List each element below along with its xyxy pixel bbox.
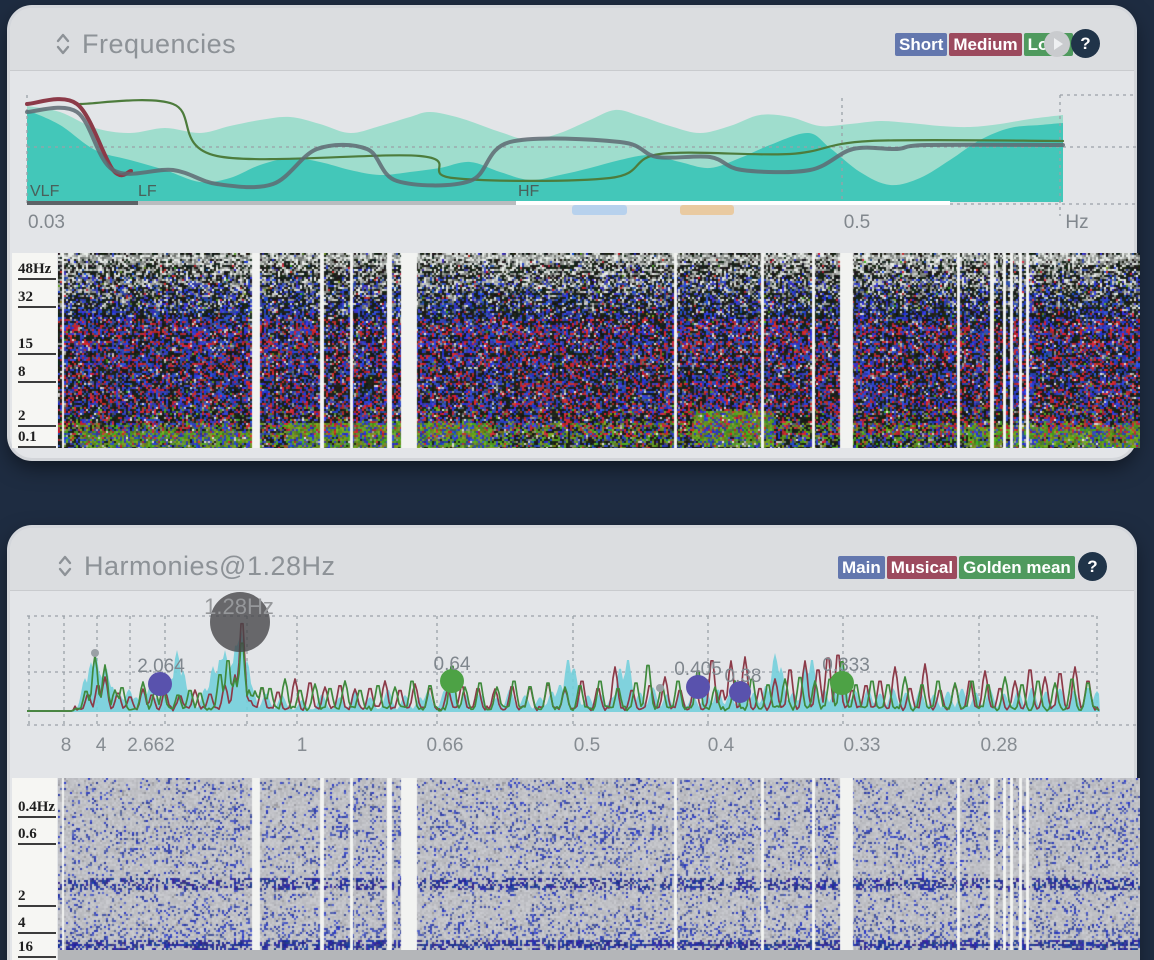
peak-marker-label: 1.28Hz: [204, 594, 274, 619]
peak-marker-label: 0.64: [434, 654, 471, 675]
legend-badge-musical[interactable]: Musical: [887, 556, 957, 579]
band-range-bar[interactable]: [516, 201, 950, 205]
spectrogram-axis-label: 15: [18, 336, 56, 355]
peak-marker-label: 0.405: [674, 659, 722, 680]
spectrogram-axis-label: 16: [18, 939, 56, 958]
harmonics-spectrogram[interactable]: [58, 778, 1140, 950]
harmonies-spectrogram-axis: 0.4Hz 0.6 2 4 16: [12, 778, 57, 960]
x-axis-label: 0.28: [981, 735, 1018, 756]
collapse-icon[interactable]: [56, 553, 74, 579]
legend-badge-golden-mean[interactable]: Golden mean: [959, 556, 1075, 579]
spectrogram-axis-label: 48Hz: [18, 261, 56, 280]
legend-toggle-button[interactable]: [1044, 31, 1070, 57]
x-axis-label: 4: [96, 735, 107, 756]
spectrogram-footer-strip: [58, 950, 1140, 960]
peak-marker-dot[interactable]: [91, 649, 99, 657]
series-spectrum: [27, 628, 1100, 712]
peak-marker-label: 0.333: [822, 655, 870, 676]
spectrogram-axis-label: 0.1: [18, 429, 56, 448]
x-axis-label: 0.66: [427, 735, 464, 756]
app-background: Frequencies ShortMediumLong ? VLFLFHF0.0…: [0, 0, 1154, 960]
x-axis-label: 0.5: [844, 212, 870, 233]
page-title-harmonies: Harmonies@1.28Hz: [84, 551, 336, 582]
spectrogram-axis-label: 32: [18, 289, 56, 308]
spectrogram-axis-label: 4: [18, 915, 56, 934]
spectrogram-axis-label: 0.6: [18, 826, 56, 845]
x-axis-label: 0.03: [28, 212, 65, 233]
spectrogram-axis-label: 2: [18, 888, 56, 907]
peak-marker-dot[interactable]: [656, 684, 664, 692]
legend-badge-medium[interactable]: Medium: [949, 33, 1021, 56]
collapse-icon[interactable]: [54, 31, 72, 57]
harmonies-chart[interactable]: 1.28Hz 2.064 0.64 0.4050.38 0.333 8 4 2.662 1 0.6…: [12, 592, 1144, 770]
frequency-spectrogram[interactable]: [58, 253, 1140, 448]
spectrogram-axis-label: 2: [18, 408, 56, 427]
help-button-frequencies[interactable]: ?: [1071, 29, 1100, 58]
band-label-hf: HF: [518, 183, 540, 200]
page-title-frequencies: Frequencies: [82, 29, 236, 60]
spectrogram-axis-label: 8: [18, 364, 56, 383]
harmonies-legend: MainMusicalGolden mean: [838, 556, 1075, 579]
spectrogram-axis-label: 0.4Hz: [18, 799, 56, 818]
event-marker-pill[interactable]: [680, 205, 734, 215]
legend-badge-main[interactable]: Main: [838, 556, 885, 579]
peak-marker-label: 0.38: [725, 666, 762, 687]
band-label-lf: LF: [138, 183, 157, 200]
band-range-bar[interactable]: [27, 201, 138, 205]
event-marker-pill[interactable]: [572, 205, 627, 215]
play-icon: [1054, 38, 1063, 50]
x-axis-label: 1: [297, 735, 308, 756]
help-button-harmonies[interactable]: ?: [1078, 552, 1107, 581]
peak-marker-label: 2.064: [137, 656, 185, 677]
band-range-bar[interactable]: [138, 201, 516, 205]
x-axis-label: 0.4: [708, 735, 735, 756]
x-axis-label: 8: [61, 735, 72, 756]
legend-badge-short[interactable]: Short: [895, 33, 947, 56]
x-axis-label: Hz: [1065, 212, 1088, 233]
x-axis-label: 2.662: [127, 735, 175, 756]
x-axis-label: 0.33: [844, 735, 881, 756]
frequencies-spectrogram-axis: 48Hz 32 15 8 2 0.1: [12, 253, 57, 448]
band-label-vlf: VLF: [30, 183, 60, 200]
x-axis-label: 0.5: [574, 735, 600, 756]
frequencies-chart[interactable]: VLF LF HF 0.03 0.5 Hz: [12, 72, 1144, 250]
